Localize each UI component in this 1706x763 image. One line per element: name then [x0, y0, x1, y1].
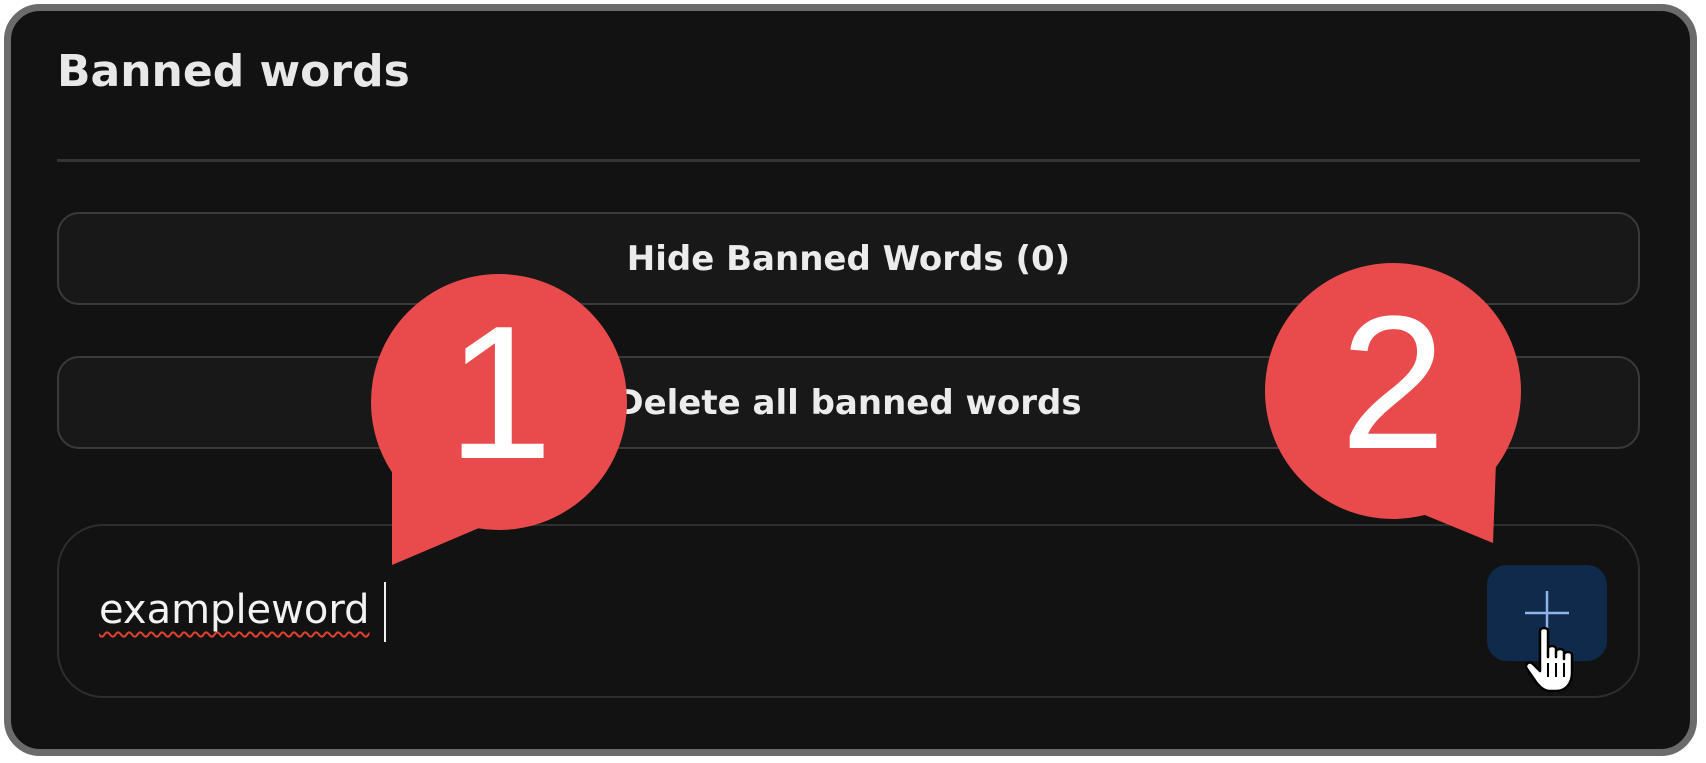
callout-2-number: 2: [1340, 277, 1446, 489]
divider: [57, 159, 1640, 162]
text-caret: [384, 582, 386, 642]
banned-word-input[interactable]: exampleword: [57, 524, 1640, 698]
panel-title: Banned words: [57, 46, 410, 97]
banned-word-input-value: exampleword: [99, 587, 370, 633]
hand-pointer-icon: [1524, 627, 1574, 693]
callout-1-number: 1: [447, 287, 553, 499]
